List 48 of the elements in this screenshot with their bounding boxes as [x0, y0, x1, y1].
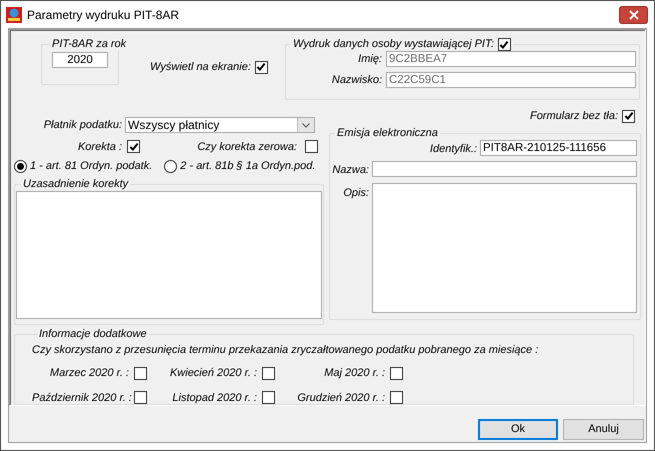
checkbox[interactable] [390, 391, 403, 404]
ok-button[interactable]: Ok [478, 419, 558, 440]
checkbox[interactable] [254, 60, 268, 74]
field-label: Korekta : [76, 140, 122, 154]
field-label: Formularz bez tła: [530, 109, 618, 124]
field-label: Grudzień 2020 r. : [296, 390, 385, 406]
group-label: PIT-8AR za rok [51, 38, 128, 51]
radio-label: 2 - art. 81b § 1a Ordyn.pod. [180, 159, 316, 174]
text-field[interactable] [372, 161, 637, 177]
field-label: Nazwisko: [330, 72, 382, 88]
dropdown[interactable]: Wszyscy płatnicy [125, 117, 315, 134]
checkbox[interactable] [134, 391, 147, 404]
field-label: Opis: [342, 186, 369, 200]
checkbox[interactable] [390, 366, 403, 380]
close-button[interactable] [619, 6, 648, 24]
field-label: Listopad 2020 r. : [171, 390, 257, 406]
checkbox[interactable] [262, 391, 275, 404]
field-label: Październik 2020 r. : [32, 390, 129, 406]
field-label: Maj 2020 r. : [323, 366, 385, 381]
radio-button[interactable] [14, 160, 27, 173]
cancel-button[interactable]: Anuluj [563, 419, 644, 440]
group-label: Uzasadnienie korekty [22, 178, 130, 190]
checkbox[interactable] [127, 140, 140, 154]
close-icon [628, 10, 638, 20]
radio-button[interactable] [164, 160, 178, 173]
window-title: Parametry wydruku PIT-8AR [27, 6, 180, 24]
group-label-text: Wydruk danych osoby wystawiającej PIT: [293, 38, 494, 51]
group-label: Informacje dodatkowe [38, 328, 148, 340]
field-label: Czy korekta zerowa: [197, 140, 297, 154]
checkbox[interactable] [622, 110, 635, 123]
field-label: Imię: [357, 52, 382, 67]
radio-label: 1 - art. 81 Ordyn. podatk. [30, 159, 152, 174]
group-label: Emisja elektroniczna [336, 126, 439, 140]
field-label: Kwiecień 2020 r. : [168, 366, 257, 381]
checkbox[interactable] [134, 366, 147, 380]
text-field[interactable]: 2020 [52, 52, 108, 68]
checkbox[interactable] [305, 140, 318, 154]
caret-icon [297, 118, 314, 132]
field-label: Identyfik.: [428, 142, 477, 156]
app-icon [6, 6, 22, 22]
checkbox[interactable] [498, 38, 511, 51]
field-label: Wyświetl na ekranie: [150, 60, 251, 75]
field-label: Płatnik podatku: [42, 118, 122, 133]
text-field[interactable]: PIT8AR-210125-111656 [480, 140, 637, 156]
field-label: Marzec 2020 r. : [48, 366, 129, 381]
checkbox[interactable] [262, 366, 275, 380]
field-label: Nazwa: [331, 163, 369, 178]
question-text: Czy skorzystano z przesunięcia terminu przekazania zryczałtowanego podatku pobranego za miesiące : [32, 342, 540, 358]
